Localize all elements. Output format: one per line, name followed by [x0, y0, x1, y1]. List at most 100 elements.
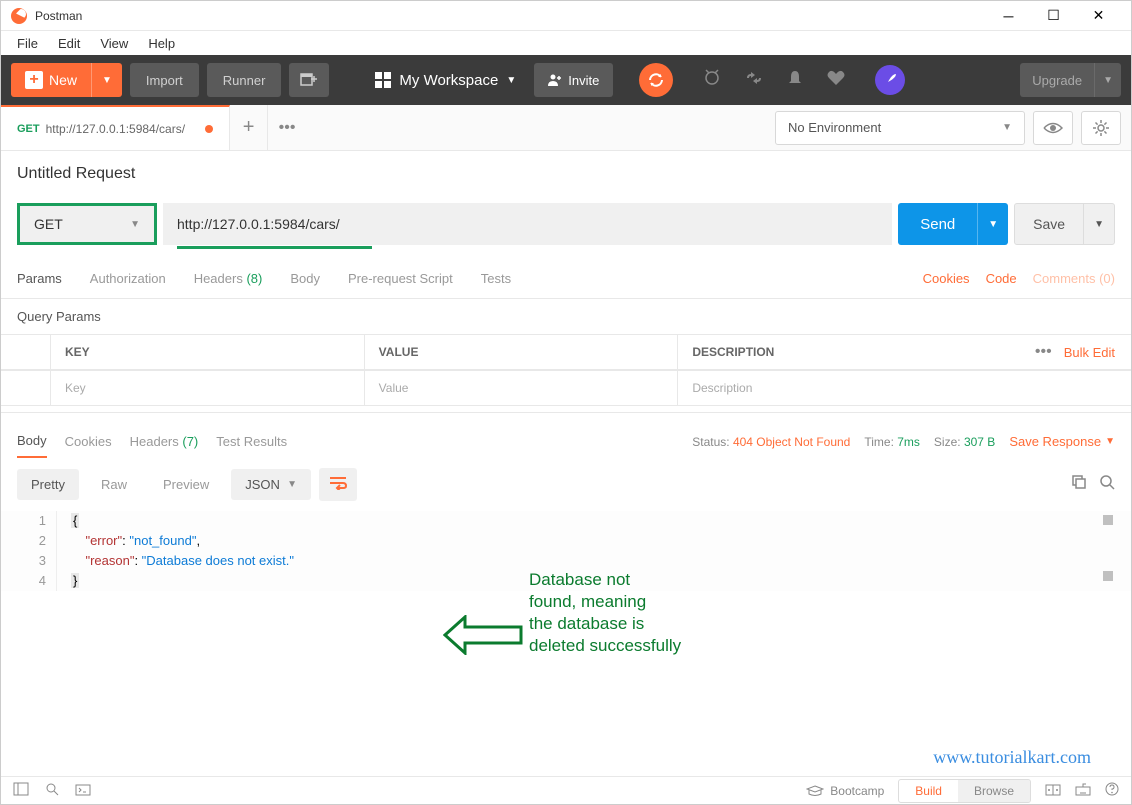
app-title: Postman: [35, 9, 82, 23]
params-description-input[interactable]: Description: [678, 371, 991, 405]
annotation-text: Database not found, meaning the database…: [529, 569, 681, 657]
plus-icon: +: [25, 71, 43, 89]
import-button[interactable]: Import: [130, 63, 199, 97]
close-button[interactable]: ✕: [1076, 1, 1121, 31]
watermark: www.tutorialkart.com: [933, 747, 1091, 768]
save-button[interactable]: Save ▼: [1014, 203, 1115, 245]
sidebar-toggle-button[interactable]: [13, 782, 29, 799]
params-checkbox-col: [1, 335, 51, 369]
bulk-edit-link[interactable]: Bulk Edit: [1064, 345, 1115, 360]
view-preview-button[interactable]: Preview: [149, 469, 223, 500]
profile-button[interactable]: [875, 65, 905, 95]
annotation-underline: [177, 246, 372, 249]
tab-tests[interactable]: Tests: [481, 261, 511, 296]
upgrade-button[interactable]: Upgrade ▼: [1020, 63, 1121, 97]
tab-authorization[interactable]: Authorization: [90, 261, 166, 296]
notifications-icon[interactable]: [779, 69, 811, 92]
postman-logo-icon: [11, 8, 27, 24]
link-comments[interactable]: Comments (0): [1033, 271, 1115, 286]
line-gutter: 1 2 3 4: [17, 511, 57, 591]
tab-prerequest[interactable]: Pre-request Script: [348, 261, 453, 296]
scroll-indicator-top: [1103, 515, 1113, 525]
view-raw-button[interactable]: Raw: [87, 469, 141, 500]
menu-edit[interactable]: Edit: [50, 34, 88, 53]
grid-icon: [375, 72, 391, 88]
url-input[interactable]: [163, 203, 892, 245]
sync-icon: [647, 71, 665, 89]
settings-icon[interactable]: [737, 69, 771, 92]
request-title: Untitled Request: [1, 151, 1131, 193]
view-pretty-button[interactable]: Pretty: [17, 469, 79, 500]
tab-headers[interactable]: Headers (8): [194, 261, 263, 296]
copy-button[interactable]: [1071, 474, 1087, 495]
copy-icon: [1071, 474, 1087, 490]
params-options-button[interactable]: •••: [1035, 343, 1052, 361]
save-response-button[interactable]: Save Response ▼: [1009, 434, 1115, 449]
http-method-selector[interactable]: GET▼: [17, 203, 157, 245]
new-dropdown-caret[interactable]: ▼: [91, 63, 122, 97]
maximize-button[interactable]: ☐: [1031, 1, 1076, 31]
resp-tab-headers[interactable]: Headers (7): [130, 426, 199, 457]
annotation-arrow-icon: [443, 615, 523, 655]
window-plus-icon: [300, 71, 318, 89]
response-time: 7ms: [897, 435, 920, 449]
wrap-button[interactable]: [319, 468, 357, 501]
capture-icon[interactable]: [695, 69, 729, 92]
bootcamp-icon: [806, 785, 824, 797]
menu-help[interactable]: Help: [140, 34, 183, 53]
request-tab[interactable]: GET http://127.0.0.1:5984/cars/: [1, 105, 230, 150]
two-pane-button[interactable]: [1045, 783, 1061, 799]
eye-icon: [1043, 121, 1063, 135]
search-button[interactable]: [1099, 474, 1115, 495]
menu-file[interactable]: File: [9, 34, 46, 53]
gear-icon: [1092, 119, 1110, 137]
heart-icon[interactable]: [819, 70, 853, 91]
params-header-description: DESCRIPTION: [678, 335, 991, 369]
bootcamp-link[interactable]: Bootcamp: [806, 784, 884, 798]
response-status: 404 Object Not Found: [733, 435, 850, 449]
link-cookies[interactable]: Cookies: [923, 271, 970, 286]
send-button[interactable]: Send ▼: [898, 203, 1008, 245]
browse-pill[interactable]: Browse: [958, 780, 1030, 802]
person-plus-icon: [548, 73, 562, 87]
console-button[interactable]: [75, 783, 91, 799]
params-key-input[interactable]: Key: [51, 371, 365, 405]
menu-view[interactable]: View: [92, 34, 136, 53]
send-dropdown-caret[interactable]: ▼: [977, 203, 1008, 245]
tab-url: http://127.0.0.1:5984/cars/: [46, 122, 185, 136]
runner-button[interactable]: Runner: [207, 63, 282, 97]
help-button[interactable]: [1105, 782, 1119, 799]
search-icon: [1099, 474, 1115, 490]
build-browse-toggle[interactable]: Build Browse: [898, 779, 1031, 803]
environment-settings-button[interactable]: [1081, 111, 1121, 145]
query-params-heading: Query Params: [1, 299, 1131, 334]
resp-tab-tests[interactable]: Test Results: [216, 426, 287, 457]
scroll-indicator-bottom: [1103, 571, 1113, 581]
tab-params[interactable]: Params: [17, 261, 62, 296]
response-size: 307 B: [964, 435, 995, 449]
resp-tab-body[interactable]: Body: [17, 425, 47, 458]
params-header-value: VALUE: [365, 335, 679, 369]
new-button[interactable]: +New ▼: [11, 63, 122, 97]
params-value-input[interactable]: Value: [365, 371, 679, 405]
workspace-selector[interactable]: My Workspace ▼: [365, 72, 526, 89]
tab-method: GET: [17, 123, 40, 135]
save-dropdown-caret[interactable]: ▼: [1083, 204, 1114, 244]
keyboard-shortcuts-button[interactable]: [1075, 782, 1091, 799]
minimize-button[interactable]: ─: [986, 1, 1031, 31]
environment-selector[interactable]: No Environment▼: [775, 111, 1025, 145]
invite-button[interactable]: Invite: [534, 63, 613, 97]
link-code[interactable]: Code: [986, 271, 1017, 286]
sync-button[interactable]: [639, 63, 673, 97]
params-header-key: KEY: [51, 335, 365, 369]
rocket-icon: [882, 72, 898, 88]
find-button[interactable]: [45, 782, 59, 799]
add-tab-button[interactable]: +: [230, 105, 268, 150]
build-pill[interactable]: Build: [899, 780, 958, 802]
environment-quicklook-button[interactable]: [1033, 111, 1073, 145]
resp-tab-cookies[interactable]: Cookies: [65, 426, 112, 457]
format-selector[interactable]: JSON ▼: [231, 469, 311, 500]
tab-options-button[interactable]: •••: [268, 105, 306, 150]
new-window-button[interactable]: [289, 63, 329, 97]
tab-body[interactable]: Body: [290, 261, 320, 296]
